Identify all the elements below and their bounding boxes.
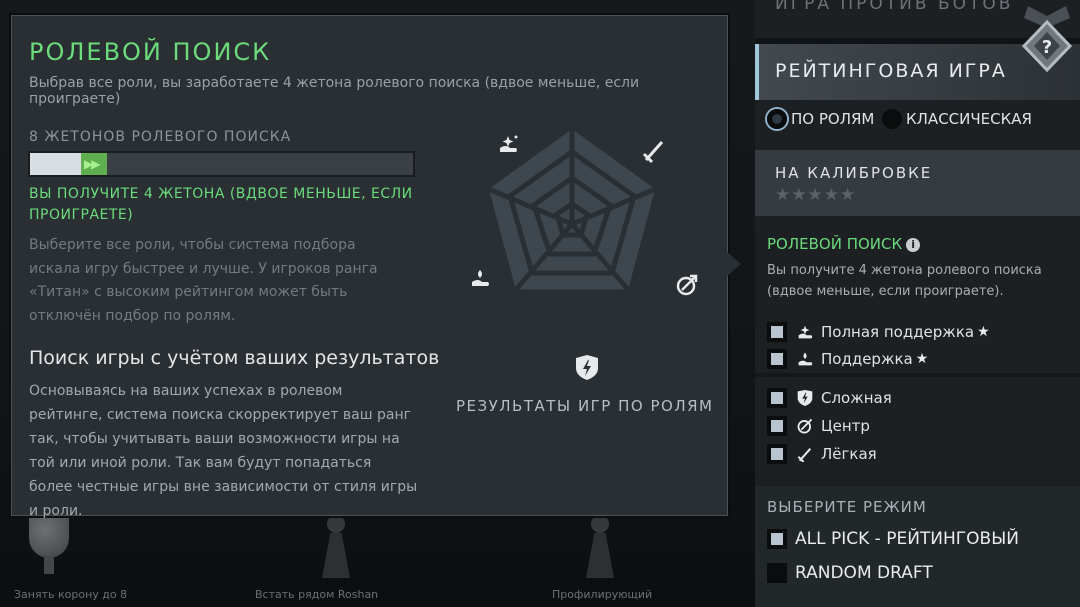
role-label: Лёгкая xyxy=(821,445,877,463)
star-icon: ★ xyxy=(915,351,929,367)
token-progress-bar: ▶▶ xyxy=(28,151,415,177)
tooltip-title: РОЛЕВОЙ ПОИСК xyxy=(29,38,272,66)
tokens-label: 8 ЖЕТОНОВ РОЛЕВОГО ПОИСКА xyxy=(29,129,292,145)
role-checkbox[interactable] xyxy=(767,349,787,369)
mid-icon xyxy=(676,274,698,296)
calibration-stars: ★★★★★ xyxy=(775,185,857,205)
calibration-title: НА КАЛИБРОВКЕ xyxy=(775,164,933,182)
token-gain-segment: ▶▶ xyxy=(81,153,107,175)
radio-button[interactable] xyxy=(767,109,787,129)
divider xyxy=(755,373,1080,377)
mode-checkbox[interactable] xyxy=(767,563,787,583)
game-mode-box: ВЫБЕРИТЕ РЕЖИМ ALL PICK - РЕЙТИНГОВЫЙ RA… xyxy=(755,486,1080,607)
bg-caption: Встать рядом Roshan xyxy=(255,588,379,601)
offlane-icon xyxy=(576,355,598,380)
radio-classic-mode[interactable]: КЛАССИЧЕСКАЯ xyxy=(882,107,1032,131)
role-search-title-text: РОЛЕВОЙ ПОИСК xyxy=(767,235,903,253)
gain-text: ВЫ ПОЛУЧИТЕ 4 ЖЕТОНА (ВДВОЕ МЕНЬШЕ, ЕСЛИ… xyxy=(29,186,413,223)
role-search-title[interactable]: РОЛЕВОЙ ПОИСК i xyxy=(767,235,921,253)
mode-checkbox[interactable] xyxy=(767,529,787,549)
pawn-icon xyxy=(582,515,618,585)
support-icon xyxy=(798,352,813,366)
star-icon: ★ xyxy=(977,324,990,340)
rank-badge-text: ? xyxy=(1042,37,1052,58)
role-search-description: Вы получите 4 жетона ролевого поиска (вд… xyxy=(767,263,1042,299)
token-progress-fill xyxy=(30,153,81,175)
role-checkbox[interactable] xyxy=(767,416,787,436)
role-row-hard-support[interactable]: Полная поддержка ★ xyxy=(767,321,990,343)
support-icon xyxy=(472,270,489,286)
mode-row-random-draft[interactable]: RANDOM DRAFT xyxy=(767,562,933,584)
role-label: Полная поддержка xyxy=(821,323,975,341)
role-row-mid[interactable]: Центр xyxy=(767,415,870,437)
mid-icon xyxy=(797,418,813,434)
role-row-support[interactable]: Поддержка ★ xyxy=(767,348,928,370)
carry-icon xyxy=(642,141,664,164)
calibration-box: НА КАЛИБРОВКЕ ★★★★★ xyxy=(755,150,1080,216)
hard-support-icon xyxy=(798,325,813,339)
role-checkbox[interactable] xyxy=(767,444,787,464)
role-checkbox[interactable] xyxy=(767,322,787,342)
pawn-icon xyxy=(318,515,354,585)
rank-badge-icon: ? xyxy=(1021,6,1073,72)
role-label: Сложная xyxy=(821,389,892,407)
role-search-tooltip: РОЛЕВОЙ ПОИСК Выбрав все роли, вы зарабо… xyxy=(11,15,728,519)
role-label: Поддержка xyxy=(821,350,913,368)
tooltip-arrow xyxy=(727,252,741,276)
role-label: Центр xyxy=(821,417,870,435)
role-row-carry[interactable]: Лёгкая xyxy=(767,443,877,465)
radio-button[interactable] xyxy=(882,109,902,129)
role-row-offlane[interactable]: Сложная xyxy=(767,387,892,409)
mode-label: RANDOM DRAFT xyxy=(795,563,933,583)
mode-row-all-pick[interactable]: ALL PICK - РЕЙТИНГОВЫЙ xyxy=(767,528,1019,550)
select-roles-text: Выберите все роли, чтобы система подбора… xyxy=(29,237,378,324)
right-panel: ИГРА ПРОТИВ БОТОВ РЕЙТИНГОВАЯ ИГРА ПО РО… xyxy=(755,0,1080,607)
tooltip-subtitle: Выбрав все роли, вы заработаете 4 жетона… xyxy=(29,75,640,107)
role-checkbox[interactable] xyxy=(767,388,787,408)
carry-icon xyxy=(797,448,812,462)
role-radar-chart xyxy=(472,122,698,380)
radar-caption: РЕЗУЛЬТАТЫ ИГР ПО РОЛЯМ xyxy=(456,397,714,415)
vs-bots-button[interactable]: ИГРА ПРОТИВ БОТОВ xyxy=(775,0,1013,14)
offlane-icon xyxy=(797,390,813,406)
radio-label: ПО РОЛЯМ xyxy=(791,110,875,128)
search-body: Основываясь на ваших успехах в ролевом р… xyxy=(29,383,418,519)
mode-label: ALL PICK - РЕЙТИНГОВЫЙ xyxy=(795,529,1019,549)
info-icon[interactable]: i xyxy=(906,238,921,252)
bg-caption: Профилирующий xyxy=(552,588,653,601)
ranked-title: РЕЙТИНГОВАЯ ИГРА xyxy=(775,60,1007,82)
mode-title: ВЫБЕРИТЕ РЕЖИМ xyxy=(767,498,927,516)
bg-caption: Занять корону до 8 xyxy=(14,588,128,601)
radio-label: КЛАССИЧЕСКАЯ xyxy=(906,110,1032,128)
radio-role-mode[interactable]: ПО РОЛЯМ xyxy=(767,107,874,131)
hard-support-icon xyxy=(500,135,518,152)
search-heading: Поиск игры с учётом ваших результатов xyxy=(29,347,440,369)
